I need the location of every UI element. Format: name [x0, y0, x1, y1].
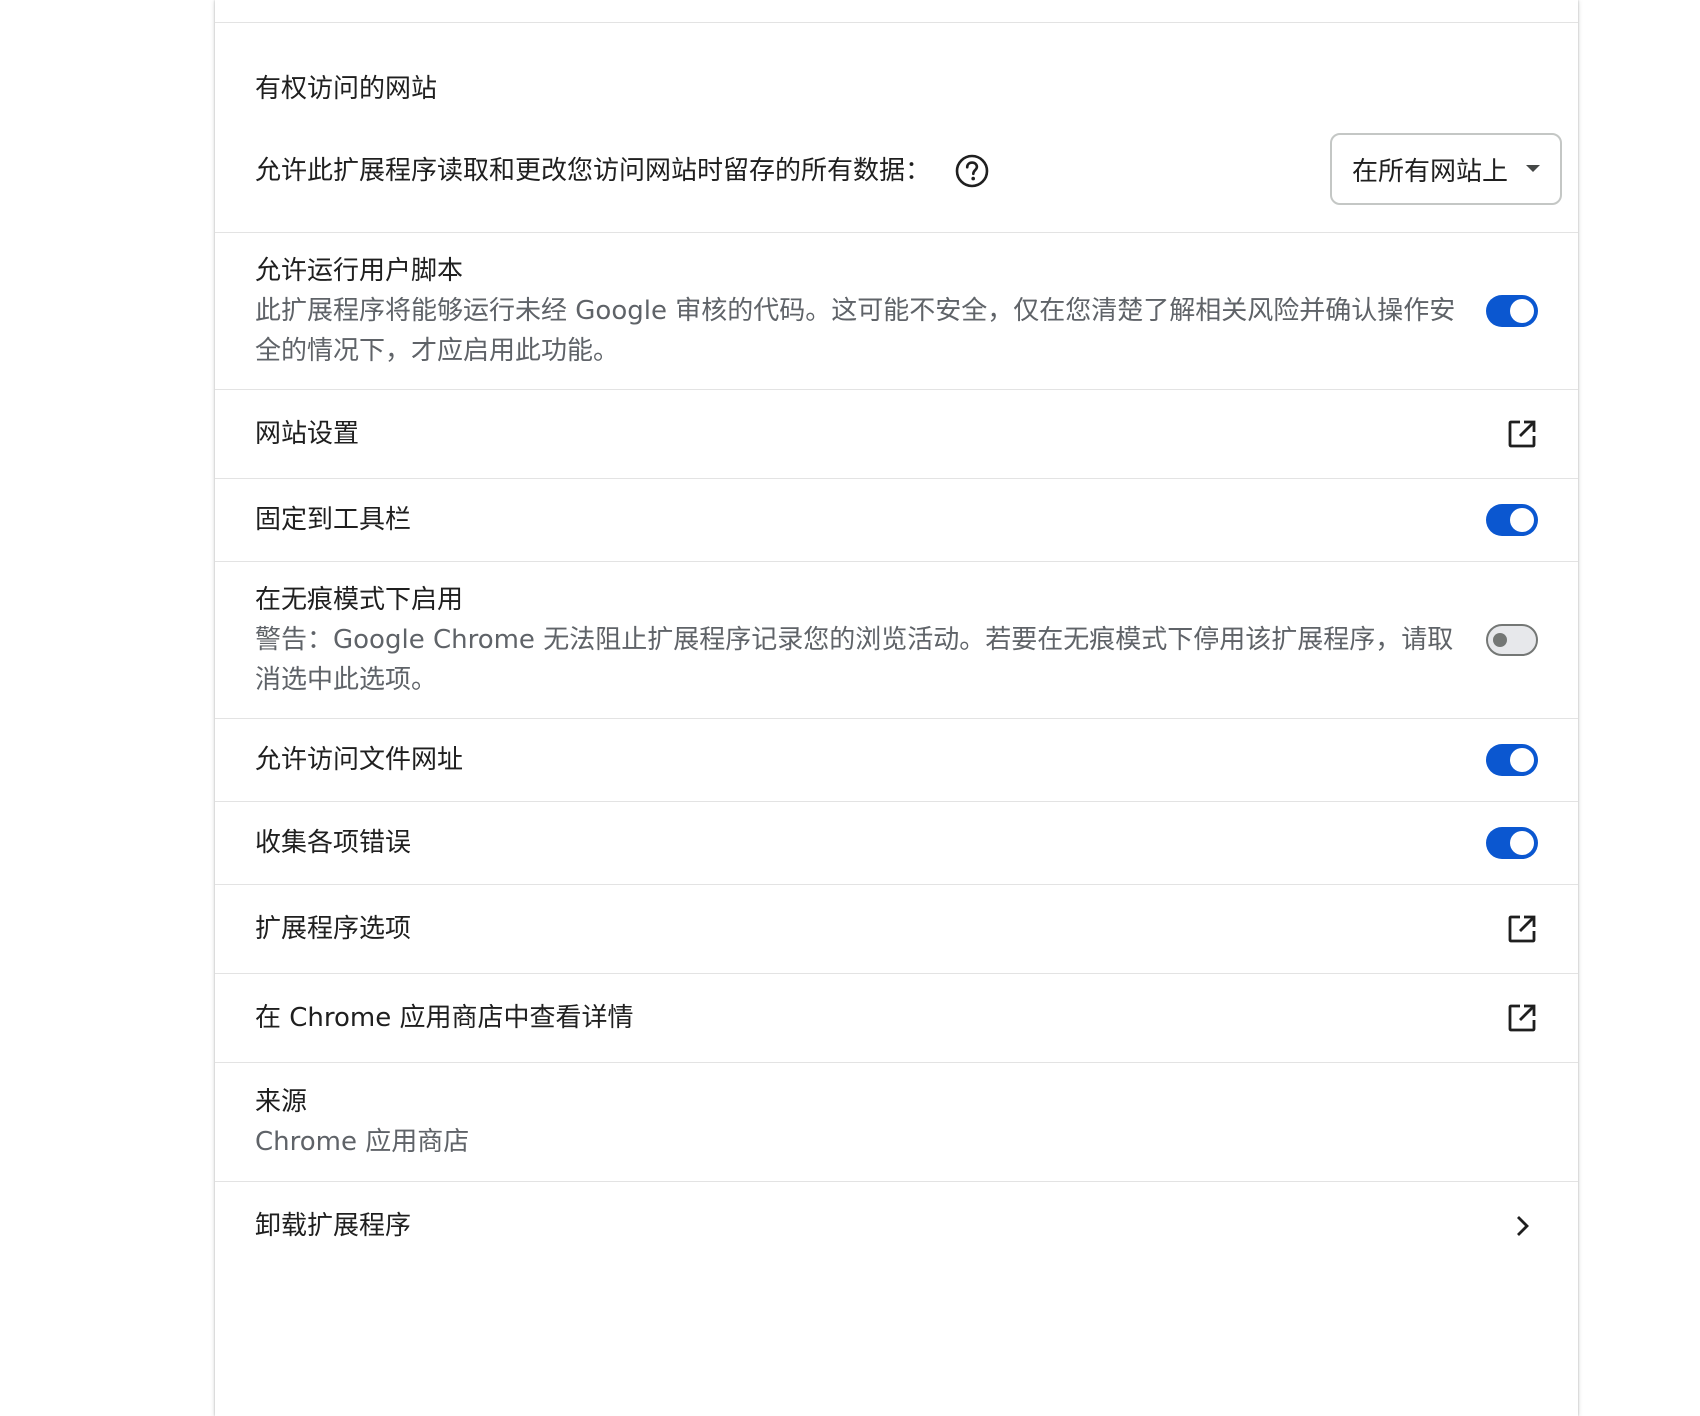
site-access-label: 允许此扩展程序读取和更改您访问网站时留存的所有数据： [255, 156, 932, 186]
incognito-toggle[interactable] [1486, 624, 1538, 656]
uninstall-title: 卸载扩展程序 [255, 1211, 412, 1241]
site-access-select[interactable]: 在所有网站上 [1330, 133, 1562, 205]
collect-errors-title: 收集各项错误 [255, 828, 412, 858]
user-scripts-title: 允许运行用户脚本 [255, 256, 464, 286]
top-spacer [215, 0, 1578, 22]
user-scripts-row: 允许运行用户脚本 此扩展程序将能够运行未经 Google 审核的代码。这可能不安… [215, 232, 1578, 389]
extension-options-row[interactable]: 扩展程序选项 [215, 884, 1578, 973]
file-urls-row: 允许访问文件网址 [215, 718, 1578, 801]
pin-toolbar-toggle[interactable] [1486, 504, 1538, 536]
user-scripts-description: 此扩展程序将能够运行未经 Google 审核的代码。这可能不安全，仅在您清楚了解… [255, 296, 1456, 366]
chevron-right-icon[interactable] [1504, 1208, 1540, 1244]
source-row: 来源 Chrome 应用商店 [215, 1062, 1578, 1181]
collect-errors-row: 收集各项错误 [215, 801, 1578, 884]
open-in-new-icon[interactable] [1504, 911, 1540, 947]
webstore-details-title: 在 Chrome 应用商店中查看详情 [255, 1003, 634, 1033]
file-urls-toggle[interactable] [1486, 744, 1538, 776]
help-icon[interactable] [955, 154, 989, 188]
site-settings-title: 网站设置 [255, 419, 360, 449]
extension-options-title: 扩展程序选项 [255, 914, 412, 944]
toggle-knob [1510, 831, 1534, 855]
file-urls-title: 允许访问文件网址 [255, 745, 464, 775]
incognito-row: 在无痕模式下启用 警告：Google Chrome 无法阻止扩展程序记录您的浏览… [215, 561, 1578, 718]
dropdown-caret-icon [1526, 165, 1540, 172]
toggle-knob [1510, 748, 1534, 772]
site-access-select-value: 在所有网站上 [1352, 156, 1509, 187]
pin-toolbar-title: 固定到工具栏 [255, 505, 412, 535]
uninstall-row[interactable]: 卸载扩展程序 [215, 1181, 1578, 1270]
webstore-details-row[interactable]: 在 Chrome 应用商店中查看详情 [215, 973, 1578, 1062]
toggle-knob [1493, 633, 1507, 647]
toggle-knob [1510, 508, 1534, 532]
site-access-section: 有权访问的网站 允许此扩展程序读取和更改您访问网站时留存的所有数据： 在所有网站… [215, 22, 1578, 232]
source-value: Chrome 应用商店 [255, 1127, 470, 1157]
site-settings-row[interactable]: 网站设置 [215, 389, 1578, 478]
toggle-knob [1510, 299, 1534, 323]
extension-details-card: 有权访问的网站 允许此扩展程序读取和更改您访问网站时留存的所有数据： 在所有网站… [215, 0, 1578, 1416]
incognito-description: 警告：Google Chrome 无法阻止扩展程序记录您的浏览活动。若要在无痕模… [255, 625, 1454, 695]
pin-toolbar-row: 固定到工具栏 [215, 478, 1578, 561]
user-scripts-toggle[interactable] [1486, 295, 1538, 327]
collect-errors-toggle[interactable] [1486, 827, 1538, 859]
site-access-title: 有权访问的网站 [255, 74, 438, 104]
source-title: 来源 [255, 1087, 308, 1117]
open-in-new-icon[interactable] [1504, 1000, 1540, 1036]
incognito-title: 在无痕模式下启用 [255, 585, 464, 615]
open-in-new-icon[interactable] [1504, 416, 1540, 452]
